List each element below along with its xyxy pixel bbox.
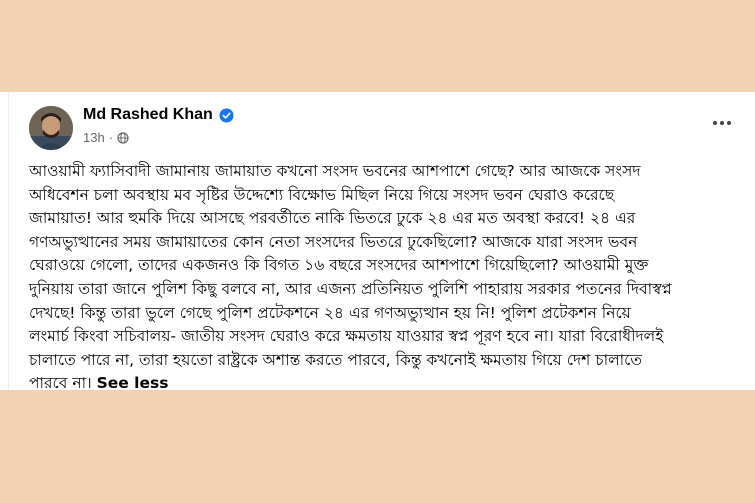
- post-line: অধিবেশন চলা অবস্থায় মব সৃষ্টির উদ্দেশ্য…: [29, 185, 615, 204]
- bottom-background-band: [0, 390, 755, 503]
- post-line: গণঅভ্যুত্থানের সময় জামায়াতের কোন নেতা …: [29, 232, 638, 251]
- post-line: দেখছে! কিন্তু তারা ভুলে গেছে পুলিশ প্রটে…: [29, 303, 631, 322]
- author-name-row: Md Rashed Khan: [83, 106, 234, 124]
- post-text: আওয়ামী ফ্যাসিবাদী জামানায় জামায়াত কখন…: [29, 160, 729, 396]
- post-meta: 13h ·: [83, 130, 129, 145]
- more-dot: [720, 121, 724, 125]
- post-timestamp[interactable]: 13h: [83, 130, 105, 145]
- more-horizontal-icon: [713, 121, 717, 125]
- post-line: আওয়ামী ফ্যাসিবাদী জামানায় জামায়াত কখন…: [29, 162, 641, 180]
- facebook-post-card: Md Rashed Khan 13h · আওয়ামী ফ্যাসিবাদী …: [0, 92, 755, 392]
- post-card-inner: Md Rashed Khan 13h · আওয়ামী ফ্যাসিবাদী …: [8, 92, 755, 392]
- post-line: জামায়াত! আর হুমকি দিয়ে আসছে পরবর্তীতে …: [29, 209, 636, 228]
- top-background-band: [0, 0, 755, 92]
- post-line: ঘেরাওয়ে গেলো, তাদের একজনও কি বিগত ১৬ বছ…: [29, 256, 649, 275]
- verified-badge-icon: [219, 107, 234, 123]
- author-name[interactable]: Md Rashed Khan: [83, 106, 213, 124]
- more-options-button[interactable]: [710, 116, 734, 130]
- post-line: চালাতে পারে না, তারা হয়তো রাষ্ট্রকে অশা…: [29, 350, 643, 369]
- post-line: লংমার্চ কিংবা সচিবালয়- জাতীয় সংসদ ঘেরা…: [29, 327, 664, 346]
- globe-icon[interactable]: [117, 131, 129, 144]
- more-dot: [727, 121, 731, 125]
- post-line: দুনিয়ায় তারা জানে পুলিশ কিছু বলবে না, …: [29, 279, 672, 298]
- avatar-photo-icon: [29, 106, 73, 150]
- avatar[interactable]: [29, 106, 73, 150]
- meta-separator: ·: [108, 130, 114, 145]
